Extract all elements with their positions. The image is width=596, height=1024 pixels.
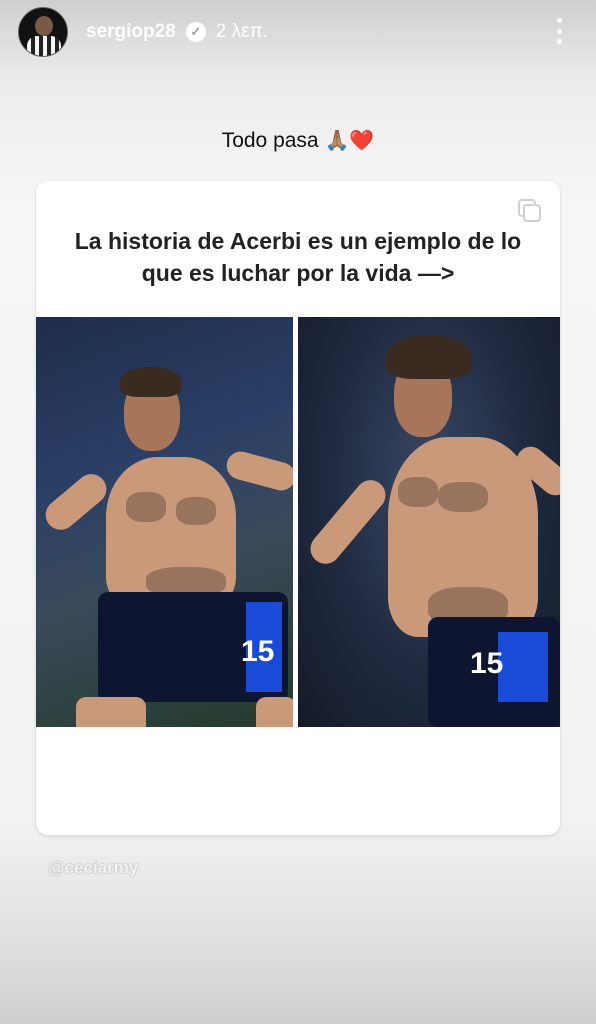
avatar[interactable] xyxy=(18,7,68,57)
post-photo-left: 15 xyxy=(36,317,293,727)
jersey-number-right: 15 xyxy=(470,647,504,680)
caption-text: Todo pasa xyxy=(221,129,319,152)
multi-photo-icon xyxy=(518,199,542,223)
shared-post-card[interactable]: La historia de Acerbi es un ejemplo de l… xyxy=(36,181,560,835)
jersey-number-left: 15 xyxy=(241,635,275,668)
more-options-icon[interactable] xyxy=(556,18,562,44)
post-photo-right: 15 xyxy=(298,317,560,727)
caption-emojis: 🙏🏽❤️ xyxy=(324,130,375,152)
story-caption: Todo pasa 🙏🏽❤️ xyxy=(0,128,596,153)
timestamp: 2 λεπ. xyxy=(215,21,268,42)
username[interactable]: sergiop28 xyxy=(86,21,176,43)
mention-sticker[interactable]: @ceciarmy xyxy=(48,858,138,878)
story-header: sergiop28 ✓ 2 λεπ. xyxy=(0,0,596,64)
verified-badge-icon: ✓ xyxy=(185,22,206,42)
post-headline: La historia de Acerbi es un ejemplo de l… xyxy=(74,228,522,286)
